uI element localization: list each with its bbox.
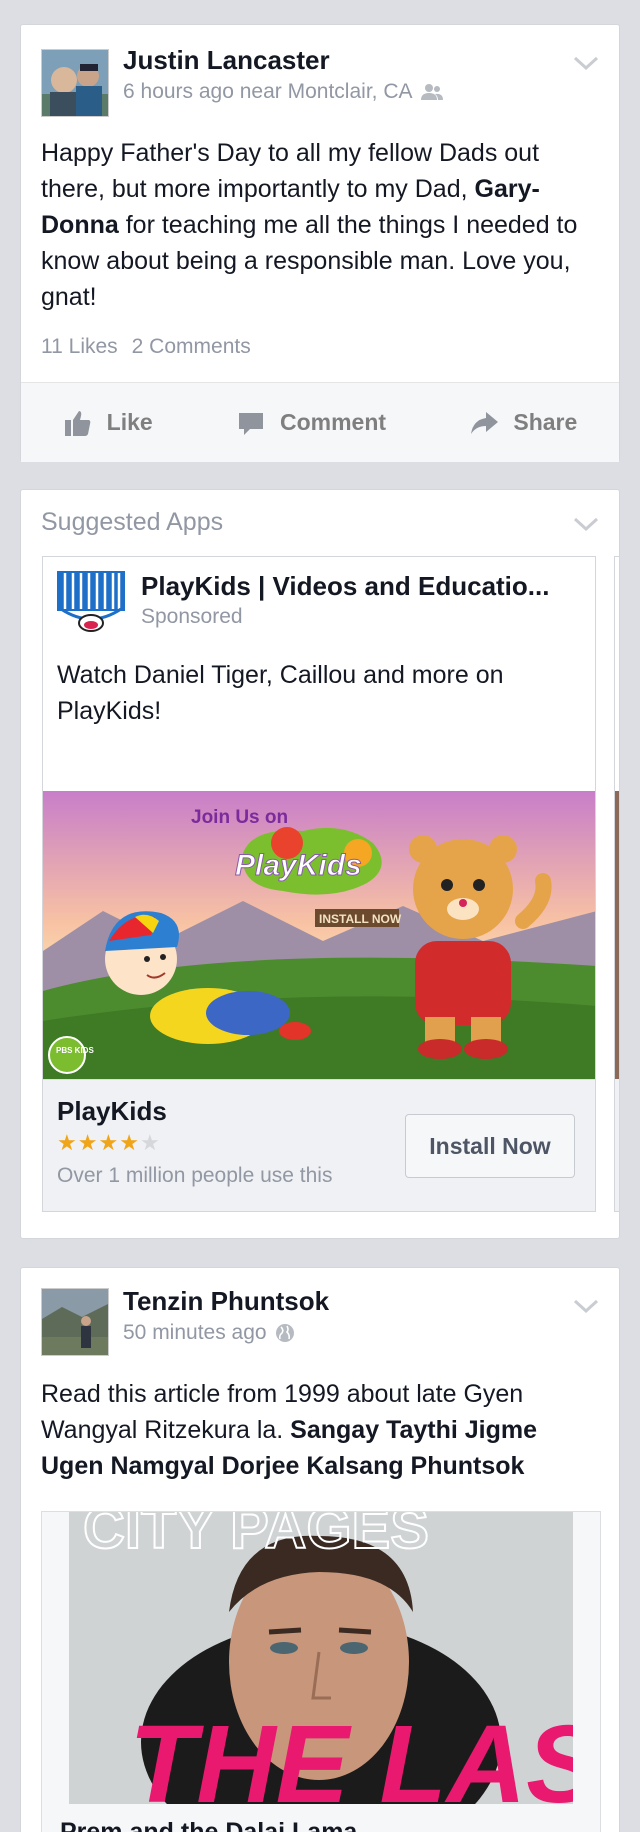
star-icon: ★ [119,1130,140,1155]
globe-icon [275,1324,294,1342]
magazine-cover-image[interactable]: CITY PAGES THE LAST [69,1512,573,1804]
avatar[interactable] [41,1288,109,1356]
install-now-sign: INSTALL NOW [319,912,402,926]
like-label: Like [106,409,153,435]
link-title[interactable]: Prem and the Dalai Lama [60,1818,357,1832]
pbs-kids-badge: PBS KIDS [56,1046,94,1055]
comment-label: Comment [280,409,387,435]
sponsored-label: Sponsored [141,605,243,628]
chevron-down-icon[interactable] [573,516,599,532]
share-button[interactable]: Share [469,408,577,438]
ad-image[interactable]: Join Us on PlayKids INSTALL NOW PBS KIDS [43,791,595,1079]
post-text: Happy Father's Day to all my fellow Dads… [41,135,591,315]
link-preview[interactable]: CITY PAGES THE LAST Prem and the Dalai L… [41,1511,601,1832]
thumbs-up-icon [64,410,90,436]
friends-icon [420,84,443,100]
post-timestamp[interactable]: 6 hours ago near Montclair, CA [123,80,413,104]
section-title: Suggested Apps [41,508,224,536]
post-card: Tenzin Phuntsok 50 minutes ago Read this… [20,1267,620,1832]
post-text-part: for teaching me all the things I needed … [41,211,578,311]
comment-button[interactable]: Comment [236,408,386,438]
chevron-down-icon[interactable] [573,55,599,71]
post-meta: 6 hours ago near Montclair, CA [123,80,443,104]
magazine-masthead: CITY PAGES [83,1512,429,1561]
likes-count[interactable]: 11 Likes [41,335,118,358]
playkids-logo-icon[interactable] [57,571,125,639]
post-meta: 50 minutes ago [123,1321,295,1345]
post-card: Justin Lancaster 6 hours ago near Montcl… [20,24,620,462]
app-ad-card-next[interactable]: P s W F W A 8 [614,556,619,1212]
chevron-down-icon[interactable] [573,1298,599,1314]
star-icon: ★ [57,1130,78,1155]
playkids-wordmark: PlayKids [235,849,362,882]
avatar[interactable] [41,49,109,117]
like-button[interactable]: Like [63,408,153,438]
post-actions: Like Comment Share [21,382,619,462]
post-counts: 11 Likes 2 Comments [41,335,251,359]
star-icon: ★ [98,1130,120,1155]
star-icon: ★ [77,1130,99,1155]
star-empty-icon: ★ [139,1130,161,1155]
ad-title[interactable]: PlayKids | Videos and Educatio... [141,571,549,602]
ad-footer-partial: W A 8 [615,1079,619,1211]
ad-image-partial[interactable]: F [615,791,619,1079]
share-icon [471,411,499,434]
comments-count[interactable]: 2 Comments [132,335,251,358]
post-timestamp[interactable]: 50 minutes ago [123,1321,267,1345]
post-text: Read this article from 1999 about late G… [41,1376,591,1484]
author-name[interactable]: Justin Lancaster [123,45,330,76]
app-users-count: Over 1 million people use this [57,1164,333,1187]
install-now-button[interactable]: Install Now [405,1114,575,1178]
cover-headline: THE LAST [129,1703,573,1804]
ad-footer: PlayKids ★★★★★ Over 1 million people use… [43,1079,595,1211]
ad-text: Watch Daniel Tiger, Caillou and more on … [57,661,504,725]
star-rating: ★★★★★ [57,1130,161,1156]
app-ad-card[interactable]: PlayKids | Videos and Educatio... Sponso… [42,556,596,1212]
join-us-text: Join Us on [191,807,288,828]
post-text-part: Happy Father's Day to all my fellow Dads… [41,139,540,203]
author-name[interactable]: Tenzin Phuntsok [123,1286,329,1317]
app-name[interactable]: PlayKids [57,1096,167,1127]
suggested-apps-card: Suggested Apps PlayKids | Videos and Edu… [20,489,620,1239]
share-label: Share [513,409,578,435]
comment-icon [239,412,263,435]
